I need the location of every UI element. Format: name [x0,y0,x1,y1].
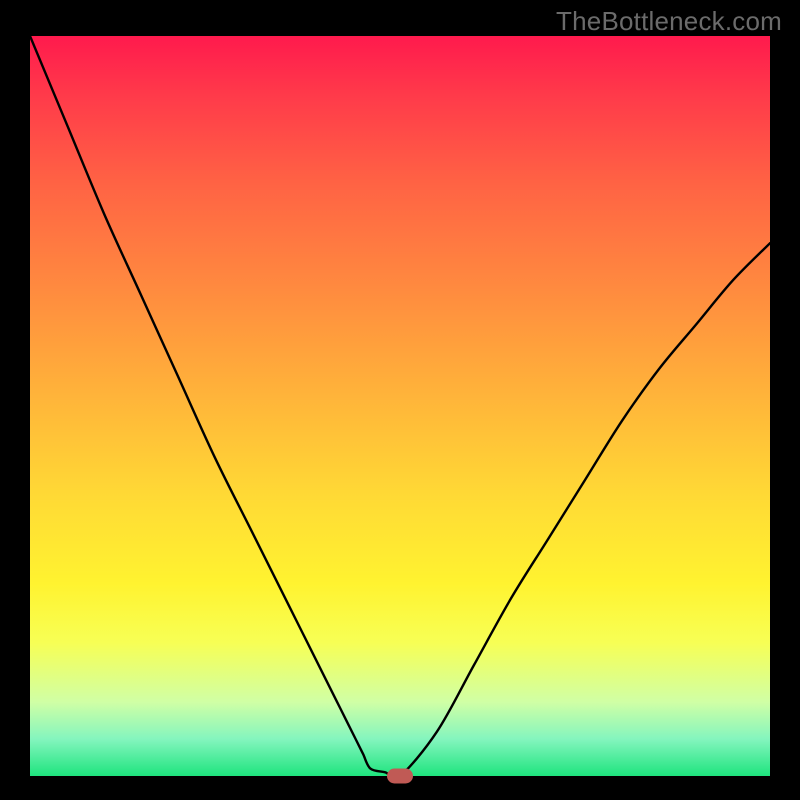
bottleneck-curve-path [30,36,770,776]
plot-area [30,36,770,776]
curve-svg [30,36,770,776]
watermark-text: TheBottleneck.com [556,6,782,37]
chart-frame: TheBottleneck.com [0,0,800,800]
minimum-marker [387,769,413,784]
